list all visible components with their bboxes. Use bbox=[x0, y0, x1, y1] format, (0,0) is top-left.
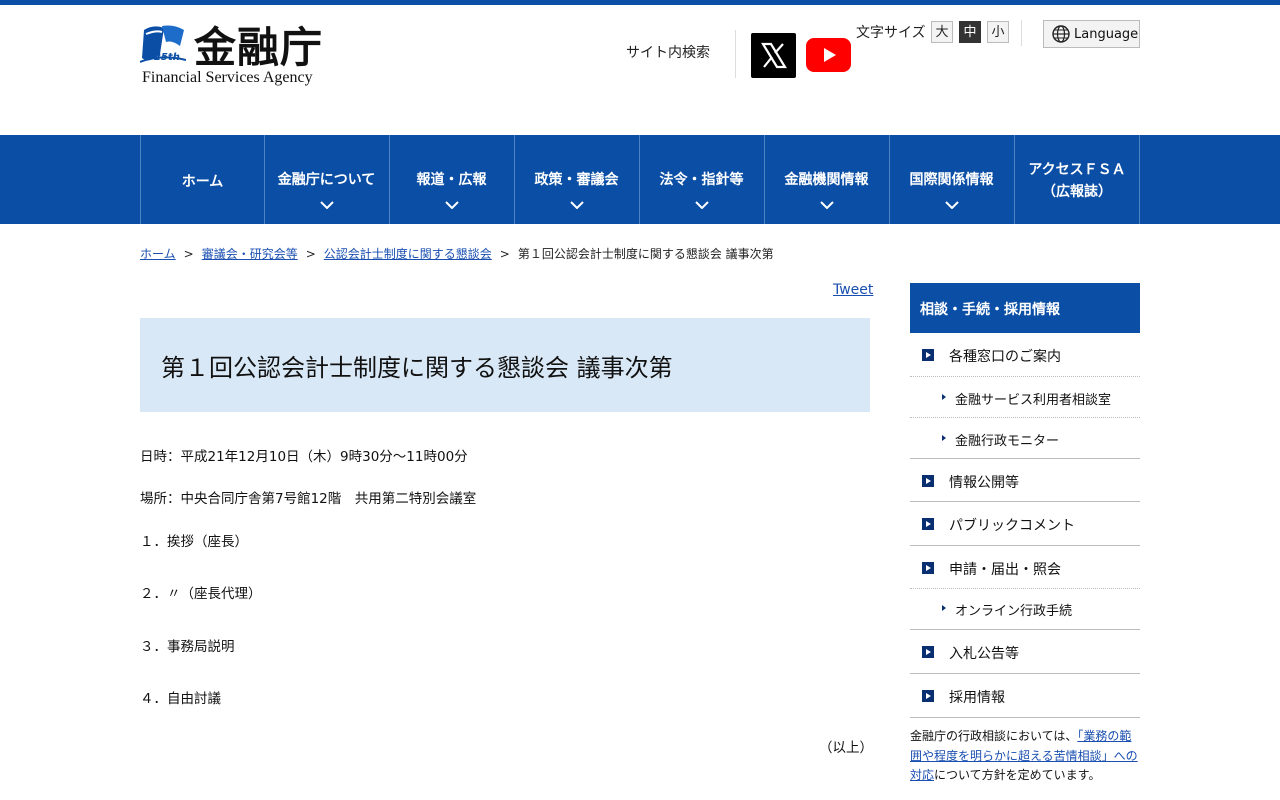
breadcrumb-separator: > bbox=[305, 247, 316, 261]
sidebar-item-bidding[interactable]: 入札公告等 bbox=[910, 630, 1140, 673]
divider bbox=[910, 717, 1140, 718]
sidebar-item-public-comment[interactable]: パブリックコメント bbox=[910, 502, 1140, 545]
breadcrumb-councils-link[interactable]: 審議会・研究会等 bbox=[202, 247, 298, 261]
sidebar-subitem-monitor[interactable]: 金融行政モニター bbox=[910, 418, 1140, 458]
language-button[interactable]: Language bbox=[1043, 20, 1140, 48]
x-social-button[interactable] bbox=[751, 33, 796, 78]
arrow-box-icon bbox=[922, 475, 934, 487]
sidebar-item-disclosure[interactable]: 情報公開等 bbox=[910, 459, 1140, 501]
nav-label: 政策・審議会 bbox=[534, 172, 619, 188]
header-divider-2 bbox=[1021, 20, 1022, 46]
agenda-item: ４．自由討議 bbox=[140, 691, 221, 707]
chevron-down-icon bbox=[445, 201, 459, 209]
top-accent-bar bbox=[0, 0, 1280, 5]
chevron-down-icon bbox=[570, 201, 584, 209]
sidebar-subitem-label: 金融サービス利用者相談室 bbox=[955, 393, 1112, 408]
nav-label: 国際関係情報 bbox=[909, 172, 994, 188]
breadcrumb-cpa-council-link[interactable]: 公認会計士制度に関する懇談会 bbox=[324, 247, 492, 261]
sidebar-subitem-label: 金融行政モニター bbox=[955, 434, 1060, 449]
page-title: 第１回公認会計士制度に関する懇談会 議事次第 bbox=[161, 354, 673, 382]
nav-label: 法令・指針等 bbox=[659, 172, 744, 188]
arrow-box-icon bbox=[922, 349, 934, 361]
tweet-link[interactable]: Tweet bbox=[833, 282, 873, 298]
breadcrumb-home-link[interactable]: ホーム bbox=[140, 247, 176, 261]
end-marker: （以上） bbox=[819, 740, 873, 756]
sidebar-subitem-label: オンライン行政手続 bbox=[955, 604, 1073, 619]
sidebar-subitem-user-consultation[interactable]: 金融サービス利用者相談室 bbox=[910, 377, 1140, 417]
triangle-right-icon bbox=[942, 394, 946, 400]
chevron-down-icon bbox=[945, 201, 959, 209]
font-size-small-button[interactable]: 小 bbox=[987, 21, 1009, 43]
sidebar-item-recruitment[interactable]: 採用情報 bbox=[910, 674, 1140, 717]
nav-label: 金融庁について bbox=[277, 172, 376, 188]
nav-label-line2: （広報誌） bbox=[1042, 184, 1112, 200]
sidebar-note: 金融庁の行政相談においては、「業務の範囲や程度を明らかに超える苦情相談」への対応… bbox=[910, 727, 1142, 786]
site-search-link[interactable]: サイト内検索 bbox=[626, 42, 710, 62]
logo-anniversary-badge: 25th bbox=[154, 52, 180, 63]
meeting-place: 場所：中央合同庁舎第7号館12階 共用第二特別会議室 bbox=[140, 491, 477, 507]
header-divider bbox=[735, 30, 736, 78]
logo-title: 金融庁 bbox=[194, 23, 324, 72]
nav-laws[interactable]: 法令・指針等 bbox=[639, 135, 763, 224]
globe-icon bbox=[1052, 25, 1070, 43]
sidebar-heading[interactable]: 相談・手続・採用情報 bbox=[910, 283, 1140, 333]
youtube-logo-icon bbox=[806, 38, 851, 72]
youtube-social-button[interactable] bbox=[806, 38, 851, 72]
triangle-right-icon bbox=[942, 605, 946, 611]
note-text: について方針を定めています。 bbox=[934, 768, 1101, 782]
triangle-right-icon bbox=[942, 435, 946, 441]
nav-label-line1: アクセスＦＳＡ bbox=[1028, 162, 1126, 178]
chevron-down-icon bbox=[820, 201, 834, 209]
fsa-logo[interactable]: 25th 金融庁 Financial Services Agency bbox=[140, 22, 340, 92]
nav-label: 金融機関情報 bbox=[784, 172, 869, 188]
sidebar-item-contact-desks[interactable]: 各種窓口のご案内 bbox=[910, 333, 1140, 376]
sidebar-heading-label: 相談・手続・採用情報 bbox=[920, 302, 1060, 318]
breadcrumb-separator: > bbox=[499, 247, 510, 261]
sidebar-item-label: 各種窓口のご案内 bbox=[949, 349, 1061, 365]
nav-international[interactable]: 国際関係情報 bbox=[889, 135, 1013, 224]
font-size-label: 文字サイズ bbox=[856, 25, 926, 41]
nav-home[interactable]: ホーム bbox=[140, 135, 264, 224]
nav-label: 報道・広報 bbox=[416, 172, 487, 188]
arrow-box-icon bbox=[922, 646, 934, 658]
page-title-box: 第１回公認会計士制度に関する懇談会 議事次第 bbox=[140, 318, 870, 412]
nav-access-fsa[interactable]: アクセスＦＳＡ （広報誌） bbox=[1014, 135, 1140, 224]
agenda-item: １．挨拶（座長） bbox=[140, 534, 248, 550]
chevron-down-icon bbox=[695, 201, 709, 209]
sidebar-item-label: 申請・届出・照会 bbox=[949, 562, 1061, 578]
arrow-box-icon bbox=[922, 518, 934, 530]
nav-label: ホーム bbox=[181, 174, 224, 190]
sidebar-item-label: 入札公告等 bbox=[949, 646, 1019, 662]
breadcrumb-separator: > bbox=[183, 247, 194, 261]
sidebar-item-label: 採用情報 bbox=[949, 690, 1005, 706]
nav-institutions[interactable]: 金融機関情報 bbox=[764, 135, 888, 224]
note-text: 金融庁の行政相談においては、 bbox=[910, 729, 1078, 743]
meeting-date: 日時：平成21年12月10日（木）9時30分～11時00分 bbox=[140, 449, 468, 465]
x-logo-icon bbox=[761, 42, 787, 69]
breadcrumb: ホーム > 審議会・研究会等 > 公認会計士制度に関する懇談会 > 第１回公認会計士制度に関… bbox=[140, 245, 774, 262]
agenda-item: ３．事務局説明 bbox=[140, 639, 235, 655]
breadcrumb-current: 第１回公認会計士制度に関する懇談会 議事次第 bbox=[517, 247, 774, 261]
nav-label: アクセスＦＳＡ （広報誌） bbox=[1015, 159, 1139, 203]
font-size-large-button[interactable]: 大 bbox=[931, 21, 953, 43]
nav-policy[interactable]: 政策・審議会 bbox=[514, 135, 638, 224]
language-label: Language bbox=[1074, 27, 1139, 42]
sidebar-item-applications[interactable]: 申請・届出・照会 bbox=[910, 546, 1140, 588]
arrow-box-icon bbox=[922, 690, 934, 702]
sidebar-subitem-online-procedures[interactable]: オンライン行政手続 bbox=[910, 589, 1140, 629]
agenda-item: ２．〃（座長代理） bbox=[140, 586, 262, 602]
logo-subtitle: Financial Services Agency bbox=[142, 69, 313, 86]
arrow-box-icon bbox=[922, 562, 934, 574]
nav-press[interactable]: 報道・広報 bbox=[389, 135, 513, 224]
sidebar-item-label: 情報公開等 bbox=[949, 475, 1019, 491]
nav-about-fsa[interactable]: 金融庁について bbox=[264, 135, 388, 224]
sidebar-item-label: パブリックコメント bbox=[949, 518, 1075, 534]
font-size-medium-button[interactable]: 中 bbox=[959, 21, 981, 43]
chevron-down-icon bbox=[320, 201, 334, 209]
